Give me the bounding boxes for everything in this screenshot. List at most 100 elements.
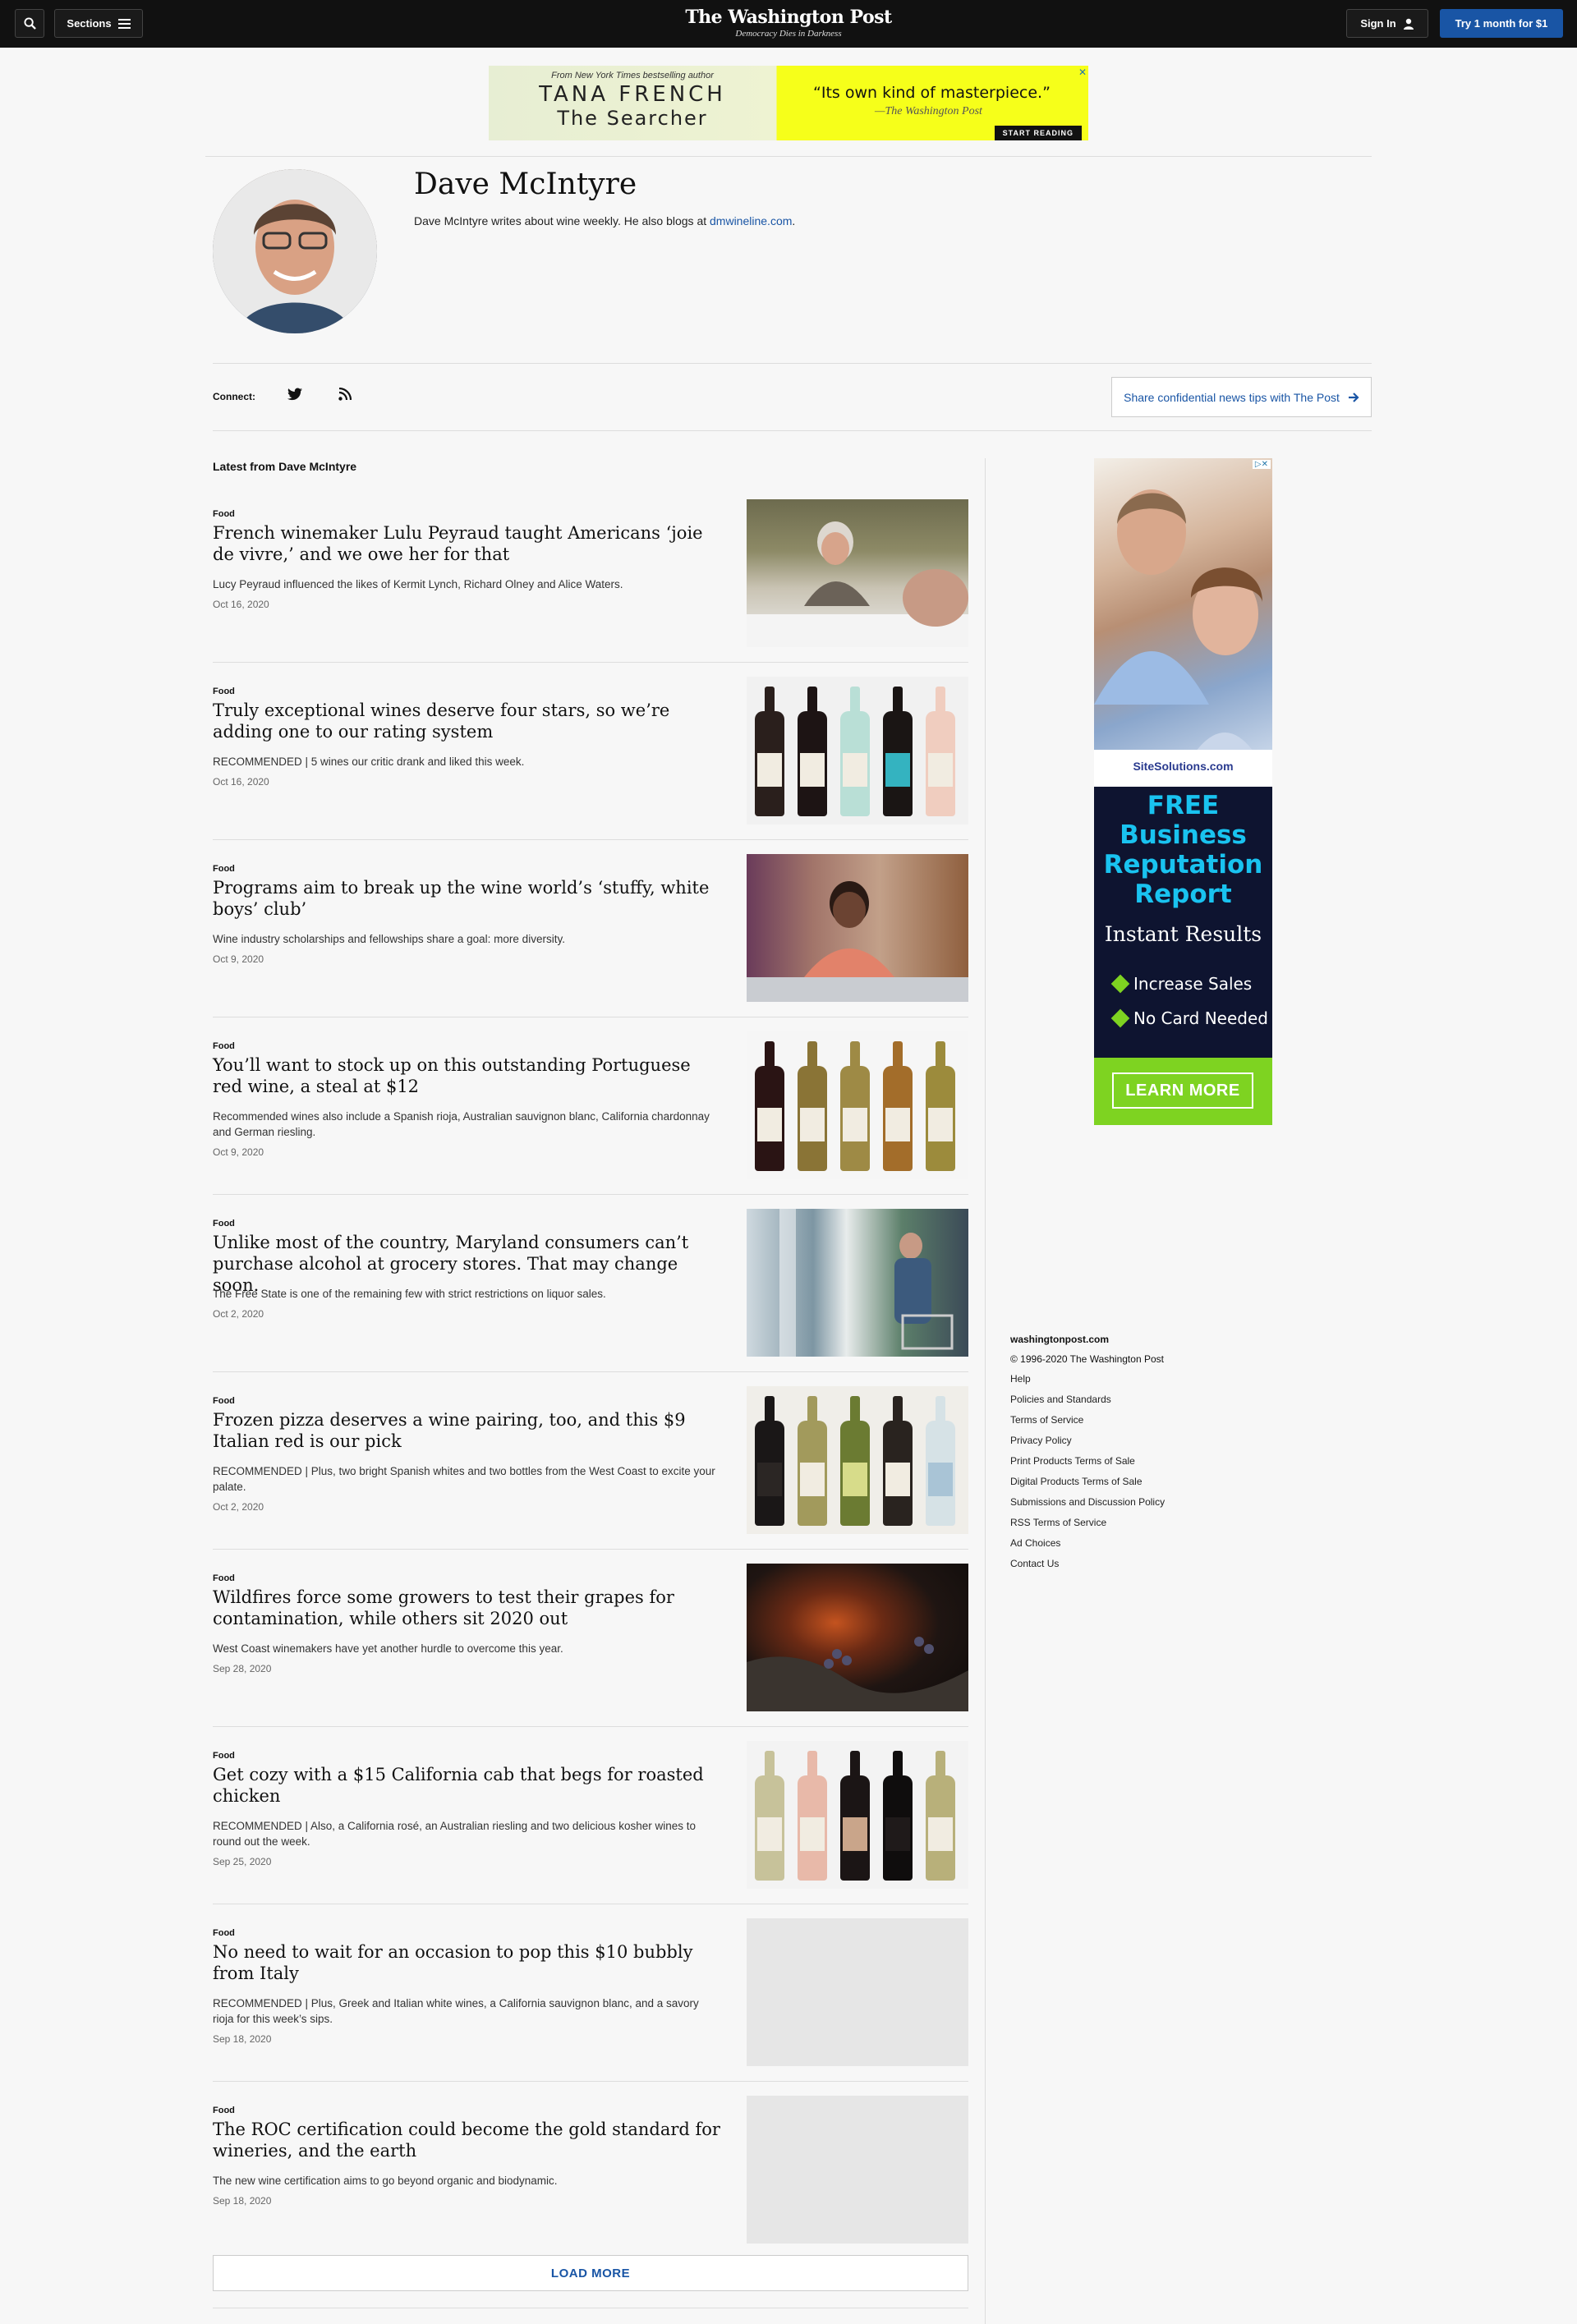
article-card[interactable]: Food Truly exceptional wines deserve fou… [213, 677, 968, 854]
wine-bottle [926, 1396, 955, 1526]
footer-site[interactable]: washingtonpost.com [1010, 1334, 1257, 1345]
twitter-icon[interactable] [287, 388, 302, 405]
article-blurb: West Coast winemakers have yet another h… [213, 1642, 563, 1655]
article-thumbnail[interactable] [747, 1564, 968, 1711]
footer-link-policies[interactable]: Policies and Standards [1010, 1394, 1257, 1414]
article-date: Oct 9, 2020 [213, 953, 264, 965]
ad-learn-more-button[interactable]: LEARN MORE [1112, 1072, 1253, 1109]
article-thumbnail[interactable] [747, 1209, 968, 1357]
article-thumbnail[interactable] [747, 677, 968, 824]
search-icon [23, 17, 36, 30]
article-thumbnail[interactable] [747, 1031, 968, 1179]
article-card[interactable]: Food French winemaker Lulu Peyraud taugh… [213, 499, 968, 677]
wine-bottle [840, 1396, 870, 1526]
article-kicker[interactable]: Food [213, 1928, 235, 1938]
wine-bottle [755, 1396, 784, 1526]
article-card[interactable]: Food Unlike most of the country, Marylan… [213, 1209, 968, 1386]
ad-book-panel: From New York Times bestselling author T… [489, 66, 776, 140]
sidebar-ad[interactable]: ▷✕ SiteSolutions.com FREE Business Reput… [1094, 458, 1272, 1125]
rss-icon[interactable] [338, 387, 352, 405]
author-blog-link[interactable]: dmwineline.com [710, 214, 792, 227]
article-card[interactable]: Food The ROC certification could become … [213, 2096, 968, 2273]
news-tips-label: Share confidential news tips with The Po… [1124, 390, 1340, 404]
article-blurb: RECOMMENDED | 5 wines our critic drank a… [213, 756, 525, 768]
search-button[interactable] [15, 9, 44, 38]
article-card[interactable]: Food Frozen pizza deserves a wine pairin… [213, 1386, 968, 1564]
article-headline[interactable]: You’ll want to stock up on this outstand… [213, 1054, 722, 1097]
article-headline[interactable]: Programs aim to break up the wine world’… [213, 877, 722, 920]
article-kicker[interactable]: Food [213, 1751, 235, 1761]
article-separator [213, 1194, 968, 1195]
article-thumbnail-placeholder[interactable] [747, 1918, 968, 2066]
article-kicker[interactable]: Food [213, 1041, 235, 1051]
article-headline[interactable]: Get cozy with a $15 California cab that … [213, 1764, 722, 1807]
wine-bottle [755, 1751, 784, 1881]
top-banner-ad[interactable]: From New York Times bestselling author T… [489, 66, 1088, 140]
article-kicker[interactable]: Food [213, 1573, 235, 1583]
article-kicker[interactable]: Food [213, 1219, 235, 1229]
ad-headline-line: Business [1120, 820, 1247, 850]
divider [213, 363, 1372, 364]
article-separator [213, 2081, 968, 2082]
article-headline[interactable]: French winemaker Lulu Peyraud taught Ame… [213, 522, 722, 565]
wine-bottle [798, 1396, 827, 1526]
article-kicker[interactable]: Food [213, 687, 235, 696]
news-tips-button[interactable]: Share confidential news tips with The Po… [1111, 377, 1372, 417]
user-icon [1403, 18, 1414, 30]
ad-close-icon[interactable]: ✕ [1078, 67, 1087, 78]
wine-bottle [883, 1041, 913, 1171]
footer-link-terms[interactable]: Terms of Service [1010, 1414, 1257, 1435]
load-more-button[interactable]: LOAD MORE [213, 2255, 968, 2291]
article-card[interactable]: Food Get cozy with a $15 California cab … [213, 1741, 968, 1918]
article-thumbnail-placeholder[interactable] [747, 2096, 968, 2244]
logo-wordmark: The Washington Post [685, 7, 892, 28]
article-headline[interactable]: Frozen pizza deserves a wine pairing, to… [213, 1409, 722, 1452]
article-kicker[interactable]: Food [213, 1396, 235, 1406]
footer-links: washingtonpost.com © 1996-2020 The Washi… [1010, 1334, 1257, 1578]
article-headline[interactable]: No need to wait for an occasion to pop t… [213, 1941, 722, 1984]
article-blurb: RECOMMENDED | Also, a California rosé, a… [213, 1820, 697, 1848]
article-card[interactable]: Food You’ll want to stock up on this out… [213, 1031, 968, 1209]
article-kicker[interactable]: Food [213, 509, 235, 519]
sign-in-button[interactable]: Sign In [1346, 9, 1428, 38]
article-thumbnail[interactable] [747, 854, 968, 1002]
author-avatar [213, 169, 377, 333]
article-date: Sep 28, 2020 [213, 1663, 272, 1674]
footer-link-help[interactable]: Help [1010, 1373, 1257, 1394]
ad-quote: “Its own kind of masterpiece.” [813, 84, 1051, 102]
article-card[interactable]: Food Wildfires force some growers to tes… [213, 1564, 968, 1741]
article-headline[interactable]: The ROC certification could become the g… [213, 2119, 722, 2161]
article-card[interactable]: Food No need to wait for an occasion to … [213, 1918, 968, 2096]
article-thumbnail[interactable] [747, 499, 968, 647]
ad-headline-line: Reputation [1103, 850, 1263, 880]
footer-link-contact[interactable]: Contact Us [1010, 1558, 1257, 1578]
ad-subheadline: Instant Results [1104, 922, 1262, 946]
divider [213, 430, 1372, 431]
footer-link-print-terms[interactable]: Print Products Terms of Sale [1010, 1455, 1257, 1476]
sections-button[interactable]: Sections [54, 9, 143, 38]
footer-link-digital-terms[interactable]: Digital Products Terms of Sale [1010, 1476, 1257, 1496]
footer-link-ad-choices[interactable]: Ad Choices [1010, 1537, 1257, 1558]
ad-bullet-text: No Card Needed [1133, 1008, 1268, 1028]
subscribe-button[interactable]: Try 1 month for $1 [1440, 9, 1563, 38]
site-logo[interactable]: The Washington Post Democracy Dies in Da… [624, 7, 953, 39]
footer-link-rss[interactable]: RSS Terms of Service [1010, 1517, 1257, 1537]
footer-link-privacy[interactable]: Privacy Policy [1010, 1435, 1257, 1455]
footer-link-submissions[interactable]: Submissions and Discussion Policy [1010, 1496, 1257, 1517]
article-card[interactable]: Food Programs aim to break up the wine w… [213, 854, 968, 1031]
article-headline[interactable]: Truly exceptional wines deserve four sta… [213, 700, 722, 742]
article-blurb: The new wine certification aims to go be… [213, 2175, 558, 2187]
article-date: Oct 9, 2020 [213, 1146, 264, 1158]
wine-bottle [798, 1041, 827, 1171]
article-kicker[interactable]: Food [213, 864, 235, 874]
sections-label: Sections [67, 17, 112, 30]
article-thumbnail[interactable] [747, 1386, 968, 1534]
article-kicker[interactable]: Food [213, 2106, 235, 2115]
article-headline[interactable]: Wildfires force some growers to test the… [213, 1587, 722, 1629]
sign-in-label: Sign In [1360, 17, 1396, 30]
adchoices-icon[interactable]: ▷✕ [1252, 460, 1271, 469]
article-thumbnail[interactable] [747, 1741, 968, 1889]
ad-cta[interactable]: START READING [994, 126, 1082, 140]
article-separator [213, 662, 968, 663]
wine-bottle [926, 687, 955, 816]
